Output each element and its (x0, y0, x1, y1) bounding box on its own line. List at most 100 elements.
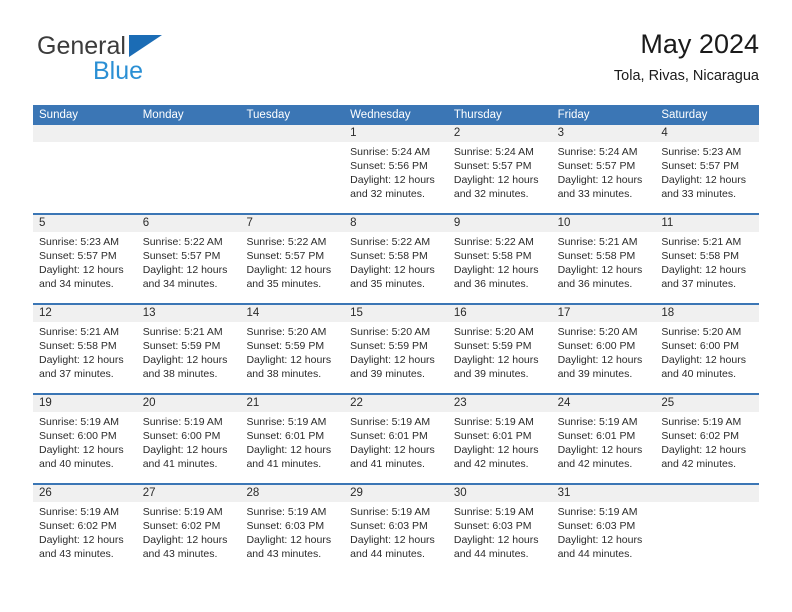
day-detail-line: Sunset: 5:57 PM (142, 250, 221, 262)
day-cell[interactable]: Sunrise: 5:19 AM Sunset: 6:00 PM Daylight:… (33, 412, 137, 483)
day-detail-line: Sunset: 5:58 PM (557, 250, 636, 262)
day-number[interactable]: 12 (33, 305, 137, 322)
day-number[interactable]: 13 (137, 305, 241, 322)
day-detail-line: Sunset: 5:58 PM (39, 340, 117, 352)
day-cell[interactable]: Sunrise: 5:20 AM Sunset: 5:59 PM Daylight:… (240, 322, 344, 393)
day-number[interactable]: 21 (240, 395, 344, 412)
day-cell[interactable]: Sunrise: 5:22 AM Sunset: 5:57 PM Daylight:… (240, 232, 344, 303)
day-detail-line: and 43 minutes. (142, 548, 218, 560)
day-number[interactable]: 24 (552, 395, 656, 412)
day-detail-line: and 42 minutes. (453, 458, 529, 470)
day-number[interactable]: 6 (137, 215, 241, 232)
day-number[interactable]: 9 (448, 215, 552, 232)
day-cell[interactable]: Sunrise: 5:21 AM Sunset: 5:59 PM Daylight:… (137, 322, 241, 393)
day-detail-line: Sunrise: 5:19 AM (557, 416, 638, 428)
day-detail-line: and 43 minutes. (39, 548, 114, 560)
day-detail-line: Sunset: 5:56 PM (350, 160, 428, 172)
day-detail-line: Sunrise: 5:23 AM (661, 146, 742, 158)
day-cell[interactable]: Sunrise: 5:21 AM Sunset: 5:58 PM Daylight:… (552, 232, 656, 303)
calendar-page: General Blue May 2024 Tola, Rivas, Nicar… (0, 0, 792, 612)
day-number[interactable]: 2 (448, 125, 552, 142)
day-detail-line: and 42 minutes. (661, 458, 737, 470)
day-number[interactable]: 8 (344, 215, 448, 232)
day-number[interactable]: 3 (552, 125, 656, 142)
day-number[interactable]: 28 (240, 485, 344, 502)
day-number[interactable]: 1 (344, 125, 448, 142)
day-detail-line: Sunset: 6:00 PM (661, 340, 739, 352)
day-cell[interactable]: Sunrise: 5:19 AM Sunset: 6:00 PM Daylight:… (137, 412, 241, 483)
day-detail-line: and 38 minutes. (246, 368, 322, 380)
day-detail-line: Sunset: 6:01 PM (453, 430, 532, 442)
brand-name-bottom: Blue (93, 57, 144, 85)
day-cell[interactable]: Sunrise: 5:19 AM Sunset: 6:01 PM Daylight:… (552, 412, 656, 483)
day-number[interactable]: 31 (552, 485, 656, 502)
day-cell[interactable]: Sunrise: 5:19 AM Sunset: 6:03 PM Daylight:… (344, 502, 448, 573)
day-number[interactable]: 18 (655, 305, 759, 322)
day-number[interactable]: 16 (448, 305, 552, 322)
day-number[interactable]: 15 (344, 305, 448, 322)
calendar-week-row: 5 6 7 8 9 10 11 Sunrise: 5:23 AM Sunset: 5:57 PM… (33, 213, 759, 303)
day-cell[interactable]: Sunrise: 5:22 AM Sunset: 5:58 PM Daylight:… (344, 232, 448, 303)
day-detail-line: and 32 minutes. (350, 188, 425, 200)
day-cell[interactable]: Sunrise: 5:20 AM Sunset: 6:00 PM Daylight:… (552, 322, 656, 393)
day-cell[interactable]: Sunrise: 5:19 AM Sunset: 6:02 PM Daylight:… (655, 412, 759, 483)
day-detail-line: Sunset: 6:02 PM (39, 520, 117, 532)
day-detail-line: Sunrise: 5:24 AM (350, 146, 431, 158)
day-cell[interactable]: Sunrise: 5:22 AM Sunset: 5:57 PM Daylight:… (137, 232, 241, 303)
day-number[interactable]: 4 (655, 125, 759, 142)
day-cell[interactable]: Sunrise: 5:24 AM Sunset: 5:57 PM Daylight:… (448, 142, 552, 213)
day-number[interactable]: 22 (344, 395, 448, 412)
day-cell[interactable]: Sunrise: 5:23 AM Sunset: 5:57 PM Daylight:… (655, 142, 759, 213)
day-cell[interactable]: Sunrise: 5:20 AM Sunset: 5:59 PM Daylight:… (344, 322, 448, 393)
day-number-empty (240, 125, 344, 142)
day-number[interactable]: 29 (344, 485, 448, 502)
day-detail-line: Sunset: 6:03 PM (350, 520, 428, 532)
day-cell[interactable]: Sunrise: 5:20 AM Sunset: 5:59 PM Daylight:… (448, 322, 552, 393)
day-number[interactable]: 26 (33, 485, 137, 502)
day-number[interactable]: 7 (240, 215, 344, 232)
day-cell[interactable]: Sunrise: 5:22 AM Sunset: 5:58 PM Daylight:… (448, 232, 552, 303)
day-detail-line: and 44 minutes. (453, 548, 529, 560)
day-detail-line: Sunrise: 5:20 AM (246, 326, 327, 338)
day-detail-line: Sunrise: 5:22 AM (246, 236, 327, 248)
day-cell[interactable]: Sunrise: 5:19 AM Sunset: 6:01 PM Daylight:… (344, 412, 448, 483)
day-cell[interactable]: Sunrise: 5:21 AM Sunset: 5:58 PM Daylight:… (33, 322, 137, 393)
day-detail-band: Sunrise: 5:19 AM Sunset: 6:02 PM Daylight:… (33, 502, 759, 573)
day-cell[interactable]: Sunrise: 5:21 AM Sunset: 5:58 PM Daylight:… (655, 232, 759, 303)
day-cell[interactable]: Sunrise: 5:23 AM Sunset: 5:57 PM Daylight:… (33, 232, 137, 303)
day-number[interactable]: 20 (137, 395, 241, 412)
day-cell[interactable]: Sunrise: 5:24 AM Sunset: 5:56 PM Daylight:… (344, 142, 448, 213)
day-cell[interactable]: Sunrise: 5:19 AM Sunset: 6:03 PM Daylight:… (552, 502, 656, 573)
brand-logo[interactable]: General Blue (33, 32, 263, 90)
day-number[interactable]: 11 (655, 215, 759, 232)
day-detail-line: Daylight: 12 hours (350, 354, 435, 366)
day-detail-line: Sunrise: 5:19 AM (246, 506, 327, 518)
day-cell[interactable]: Sunrise: 5:19 AM Sunset: 6:02 PM Daylight:… (137, 502, 241, 573)
day-number[interactable]: 25 (655, 395, 759, 412)
day-cell[interactable]: Sunrise: 5:19 AM Sunset: 6:03 PM Daylight:… (448, 502, 552, 573)
day-cell-empty (655, 502, 759, 573)
day-detail-line: Sunrise: 5:19 AM (350, 416, 431, 428)
day-number[interactable]: 14 (240, 305, 344, 322)
day-cell[interactable]: Sunrise: 5:19 AM Sunset: 6:01 PM Daylight:… (448, 412, 552, 483)
day-cell[interactable]: Sunrise: 5:20 AM Sunset: 6:00 PM Daylight:… (655, 322, 759, 393)
day-cell[interactable]: Sunrise: 5:24 AM Sunset: 5:57 PM Daylight:… (552, 142, 656, 213)
day-number[interactable]: 5 (33, 215, 137, 232)
day-number[interactable]: 10 (552, 215, 656, 232)
day-cell[interactable]: Sunrise: 5:19 AM Sunset: 6:03 PM Daylight:… (240, 502, 344, 573)
day-detail-line: Daylight: 12 hours (453, 174, 539, 186)
day-cell[interactable]: Sunrise: 5:19 AM Sunset: 6:02 PM Daylight:… (33, 502, 137, 573)
day-number[interactable]: 19 (33, 395, 137, 412)
day-number[interactable]: 17 (552, 305, 656, 322)
day-detail-line: Sunset: 6:01 PM (557, 430, 636, 442)
day-number[interactable]: 30 (448, 485, 552, 502)
day-detail-line: Sunrise: 5:21 AM (39, 326, 119, 338)
day-detail-line: Sunrise: 5:22 AM (350, 236, 431, 248)
day-number[interactable]: 23 (448, 395, 552, 412)
day-detail-line: Sunset: 5:59 PM (142, 340, 221, 352)
day-number[interactable]: 27 (137, 485, 241, 502)
page-title: May 2024 (640, 29, 759, 59)
day-detail-line: Daylight: 12 hours (661, 444, 746, 456)
day-cell[interactable]: Sunrise: 5:19 AM Sunset: 6:01 PM Daylight:… (240, 412, 344, 483)
day-detail-line: Daylight: 12 hours (39, 264, 124, 276)
